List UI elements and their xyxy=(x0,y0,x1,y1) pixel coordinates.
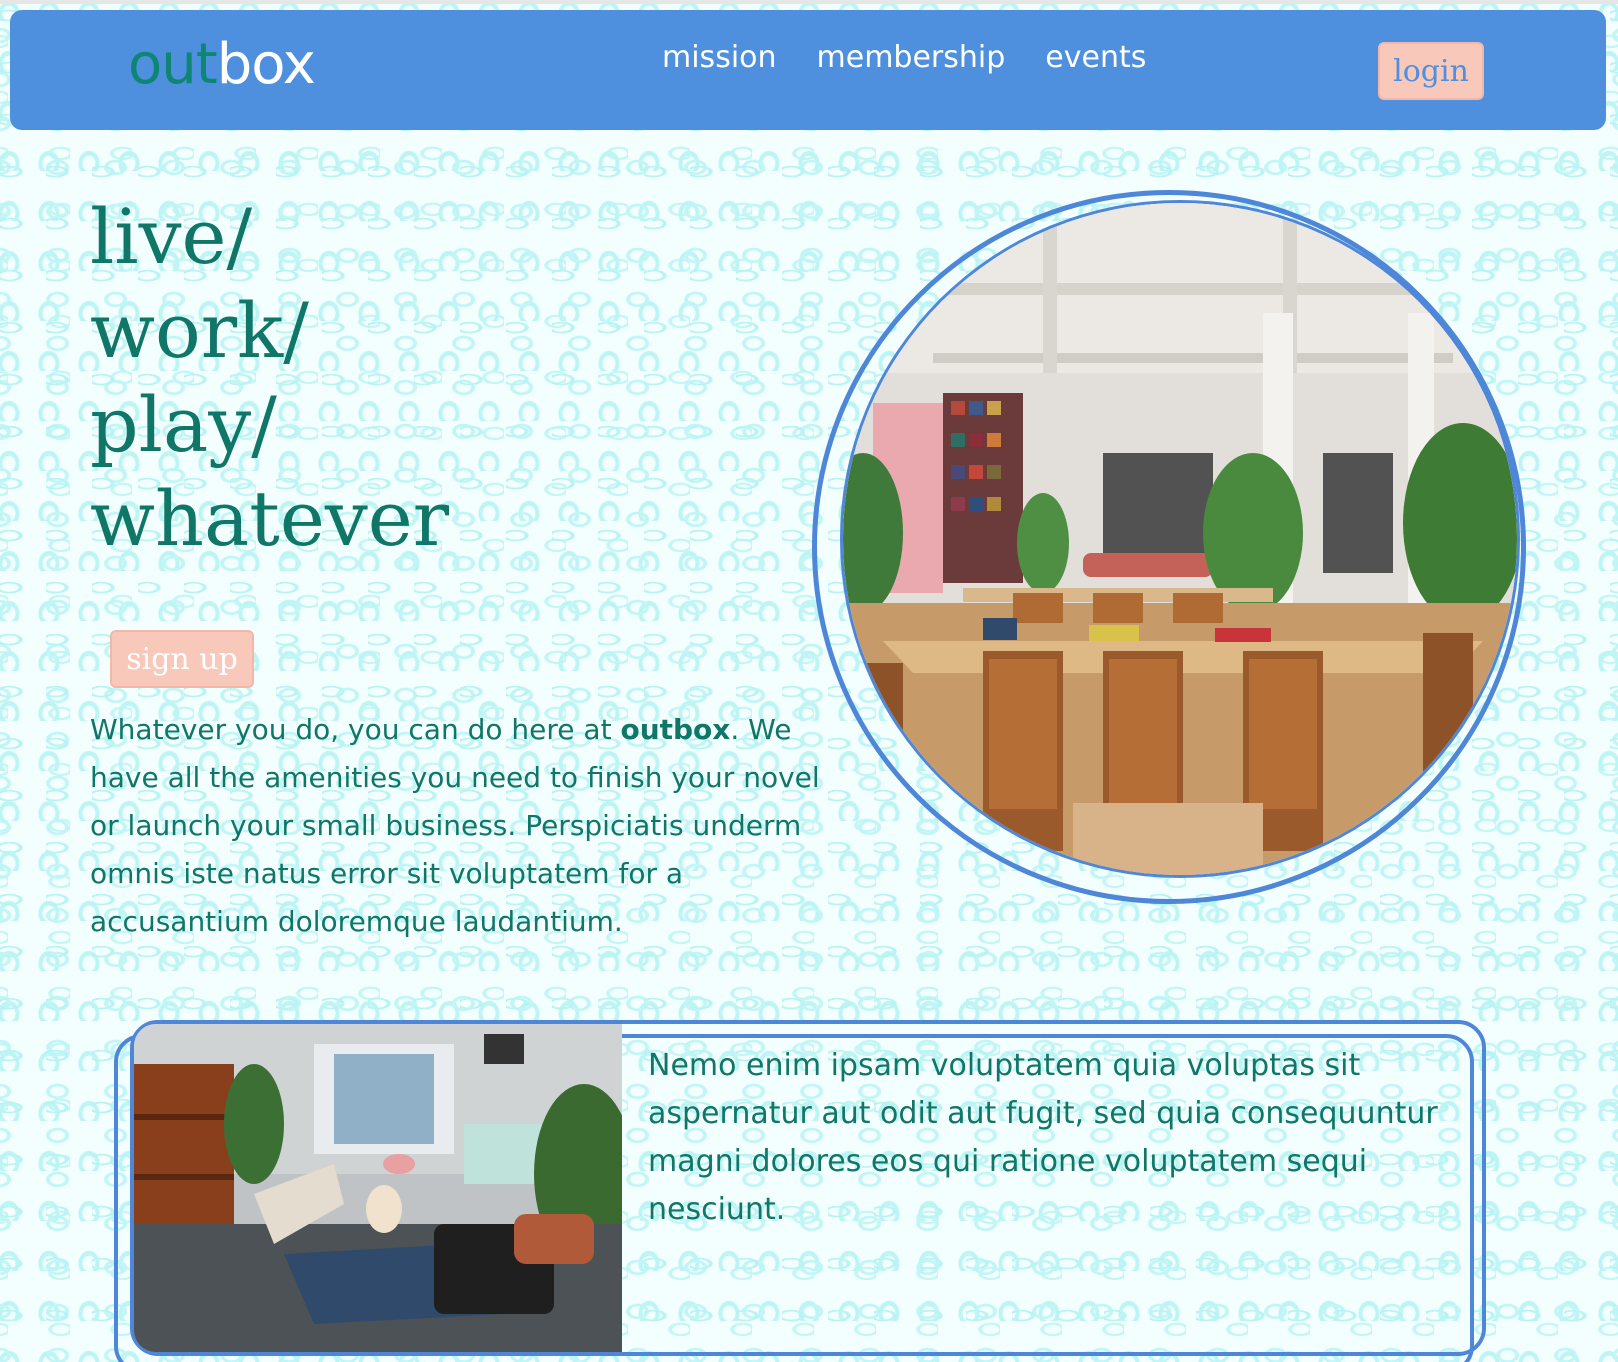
login-button[interactable]: login xyxy=(1378,42,1484,100)
coworking-space-photo xyxy=(840,200,1520,878)
window-top-border xyxy=(0,0,1618,4)
intro-brand-name: outbox xyxy=(620,713,731,746)
coworking-space-illustration xyxy=(843,203,1517,875)
nav-item-events[interactable]: events xyxy=(1045,40,1146,75)
hero-line-play: play/ xyxy=(90,380,277,469)
hero-line-live: live/ xyxy=(90,192,253,281)
site-header: outbox mission membership events login xyxy=(10,10,1606,130)
hero-photo-frame xyxy=(812,190,1526,904)
lounge-illustration xyxy=(134,1024,622,1352)
hero-line-whatever: whatever xyxy=(90,474,450,563)
brand-logo-part-out: out xyxy=(128,32,218,97)
intro-text-before: Whatever you do, you can do here at xyxy=(90,713,621,746)
hero-intro-text: Whatever you do, you can do here at outb… xyxy=(90,706,830,946)
signup-button[interactable]: sign up xyxy=(110,630,254,688)
main-nav: mission membership events xyxy=(662,40,1146,75)
feature-card: Nemo enim ipsam voluptatem quia voluptas… xyxy=(114,1020,1486,1362)
hero-line-work: work/ xyxy=(90,286,309,375)
hero-headline: live/ work/ play/ whatever xyxy=(90,190,449,566)
nav-item-mission[interactable]: mission xyxy=(662,40,777,75)
intro-text-after: . We have all the amenities you need to … xyxy=(90,713,820,938)
brand-logo[interactable]: outbox xyxy=(128,32,316,97)
brand-logo-part-box: box xyxy=(216,32,316,97)
nav-item-membership[interactable]: membership xyxy=(817,40,1006,75)
feature-text: Nemo enim ipsam voluptatem quia voluptas… xyxy=(648,1048,1438,1227)
lounge-photo xyxy=(134,1024,622,1352)
